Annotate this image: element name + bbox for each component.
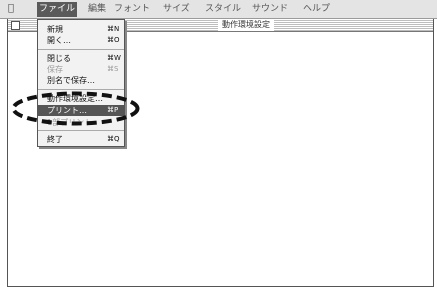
menu-item-label: 新規 xyxy=(47,25,63,34)
menu-item-shortcut: ⌘Q xyxy=(107,135,120,143)
menu-bar:  ファイル 編集 フォント サイズ スタイル サウンド ヘルプ xyxy=(0,0,437,19)
menu-item-label: 動作環境設定… xyxy=(47,94,103,103)
window-title: 動作環境設定 xyxy=(218,19,274,31)
menu-help[interactable]: ヘルプ xyxy=(303,3,330,16)
menu-separator xyxy=(38,49,124,50)
file-menu-dropdown: 新規 ⌘N 開く… ⌘O 閉じる ⌘W 保存 ⌘S 別名で保存… 動作環境設定…… xyxy=(37,19,125,147)
menu-item-label: 閉じる xyxy=(47,54,71,63)
menu-item-close[interactable]: 閉じる ⌘W xyxy=(38,53,124,64)
menu-item-quit[interactable]: 終了 ⌘Q xyxy=(38,134,124,145)
menu-file[interactable]: ファイル xyxy=(37,2,78,17)
apple-menu-icon[interactable]:  xyxy=(8,3,14,14)
menu-item-shortcut: ⌘O xyxy=(107,36,120,44)
menu-style[interactable]: スタイル xyxy=(205,3,241,16)
menu-item-print[interactable]: プリント… ⌘P xyxy=(38,105,124,116)
menu-item-open[interactable]: 開く… ⌘O xyxy=(38,35,124,46)
menu-edit[interactable]: 編集 xyxy=(88,3,106,16)
menu-item-save: 保存 ⌘S xyxy=(38,64,124,75)
menu-item-label: 開く… xyxy=(47,36,71,45)
menu-item-shortcut: ⌘W xyxy=(107,54,121,62)
close-box-icon[interactable] xyxy=(11,21,20,30)
menu-separator xyxy=(38,130,124,131)
menu-item-print-one: 1部プリント xyxy=(38,117,124,128)
menu-item-label: プリント… xyxy=(47,106,87,115)
menu-item-shortcut: ⌘N xyxy=(107,25,120,33)
menu-item-shortcut: ⌘S xyxy=(107,65,119,73)
menu-item-save-as[interactable]: 別名で保存… xyxy=(38,75,124,86)
menu-separator xyxy=(38,89,124,90)
menu-item-label: 終了 xyxy=(47,135,63,144)
menu-item-label: 保存 xyxy=(47,65,63,74)
menu-item-label: 別名で保存… xyxy=(47,76,95,85)
menu-sound[interactable]: サウンド xyxy=(252,3,288,16)
menu-item-label: 1部プリント xyxy=(47,118,93,127)
menu-font[interactable]: フォント xyxy=(114,3,150,16)
menu-item-new[interactable]: 新規 ⌘N xyxy=(38,24,124,35)
menu-item-shortcut: ⌘P xyxy=(107,106,119,114)
menu-size[interactable]: サイズ xyxy=(163,3,190,16)
menu-item-preferences[interactable]: 動作環境設定… xyxy=(38,93,124,104)
